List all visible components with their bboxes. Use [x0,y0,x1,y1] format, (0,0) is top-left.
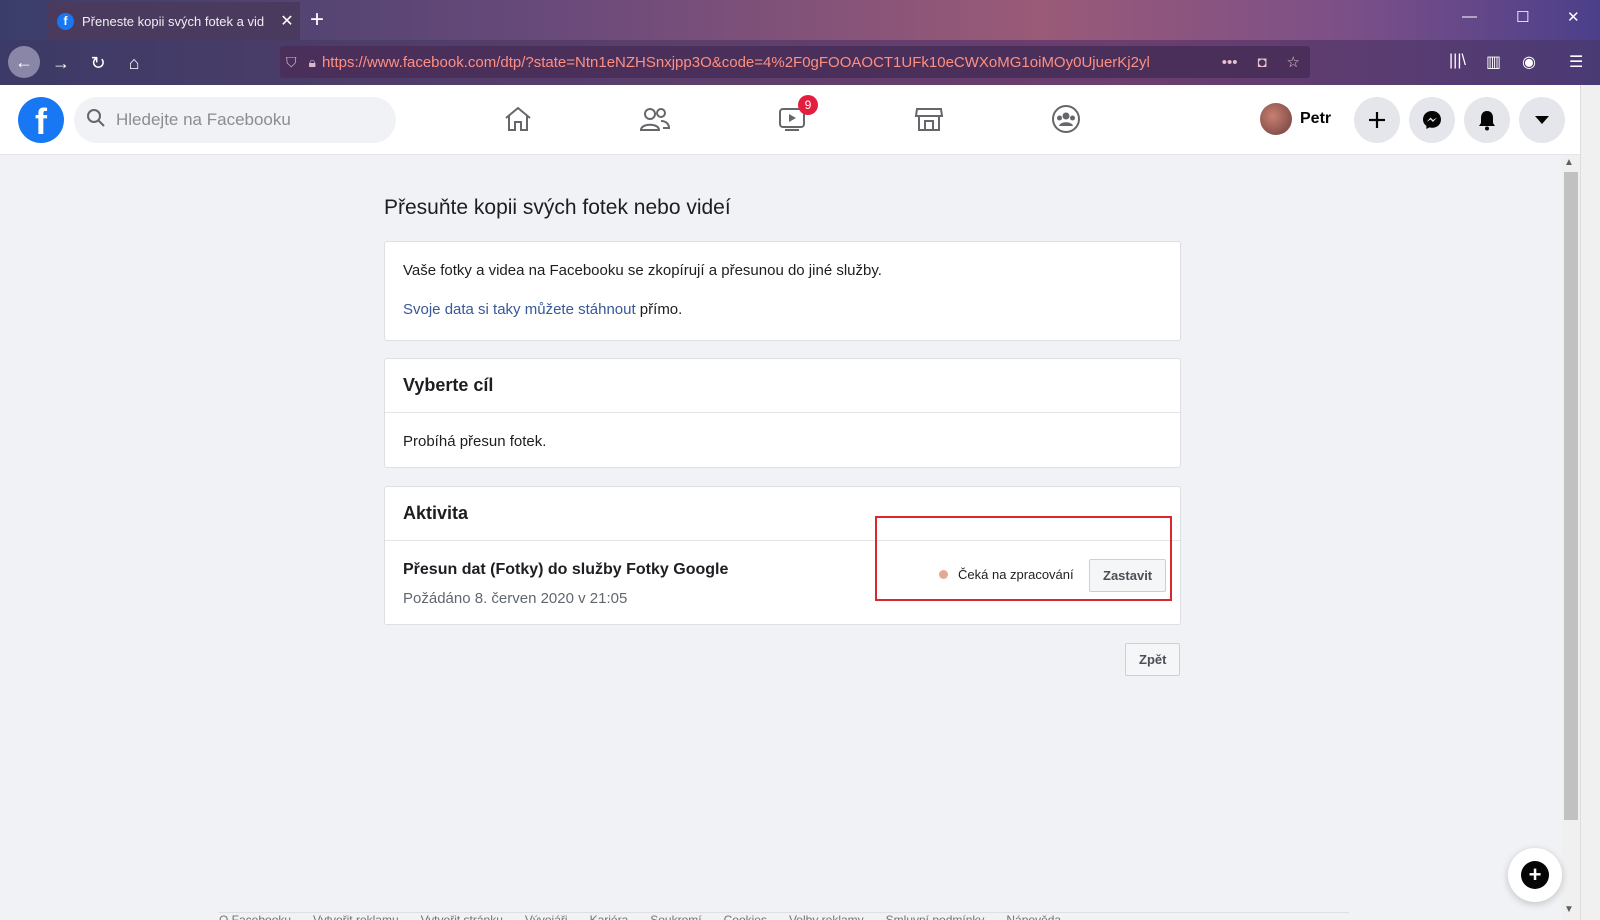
url-bar[interactable]: ⛉ 🔒︎ https://www.facebook.com/dtp/?state… [280,46,1310,78]
footer-link[interactable]: Volby reklamy [789,913,864,920]
create-plus-icon[interactable] [1354,97,1400,143]
facebook-logo-icon[interactable]: f [18,97,64,143]
browser-tab-bar: f Přeneste kopii svých fotek a vid ✕ + —… [0,0,1600,40]
browser-tab[interactable]: f Přeneste kopii svých fotek a vid ✕ [47,2,300,40]
scrollbar-thumb[interactable] [1564,172,1578,820]
page-actions-icon[interactable]: ••• [1222,54,1238,71]
download-suffix-text: přímo. [635,301,683,318]
search-placeholder: Hledejte na Facebooku [116,110,291,129]
back-arrow-icon[interactable]: ← [8,46,40,78]
download-data-link[interactable]: Svoje data si taky můžete stáhnout [403,301,636,318]
footer-link[interactable]: Vytvořit reklamu [313,913,399,920]
destination-text: Probíhá přesun fotek. [403,433,547,450]
nav-groups-icon[interactable] [1046,101,1086,137]
destination-header: Vyberte cíl [385,359,1180,413]
bookmark-star-icon[interactable]: ☆ [1287,53,1300,71]
messenger-icon[interactable] [1409,97,1455,143]
footer-link[interactable]: Cookies [724,913,767,920]
avatar [1260,103,1292,135]
footer-link[interactable]: Kariéra [590,913,629,920]
sidebar-icon[interactable]: ▥ [1486,52,1501,72]
tab-title: Přeneste kopii svých fotek a vid [82,13,265,29]
profile-name: Petr [1300,110,1332,127]
shield-icon[interactable]: ⛉ [286,54,297,71]
notifications-bell-icon[interactable] [1464,97,1510,143]
url-text[interactable]: https://www.facebook.com/dtp/?state=Ntn1… [322,54,1212,71]
scroll-up-arrow-icon[interactable]: ▲ [1564,157,1574,168]
footer-link[interactable]: O Facebooku [219,913,291,920]
facebook-header: f Hledejte na Facebooku 9 Petr [0,85,1600,155]
menu-hamburger-icon[interactable]: ☰ [1569,52,1583,72]
footer-link[interactable]: Vytvořit stránku [421,913,503,920]
close-tab-icon[interactable]: ✕ [274,11,300,31]
new-message-button[interactable]: + [1508,848,1562,902]
new-tab-icon[interactable]: + [310,6,324,34]
search-icon [86,108,108,133]
plus-icon: + [1521,861,1549,889]
lock-icon: 🔒︎ [308,53,316,70]
account-icon[interactable]: ◉ [1522,52,1536,72]
nav-watch-icon[interactable]: 9 [772,95,818,137]
library-icon[interactable]: |||\ [1449,52,1466,70]
minimize-icon[interactable]: — [1462,8,1477,25]
back-button[interactable]: Zpět [1125,643,1181,676]
footer-link[interactable]: Vývojáři [525,913,568,920]
close-window-icon[interactable]: ✕ [1567,8,1580,26]
search-input[interactable]: Hledejte na Facebooku [74,97,396,143]
watch-badge: 9 [798,95,818,115]
nav-friends-icon[interactable] [635,101,675,137]
destination-card: Vyberte cíl Probíhá přesun fotek. [384,358,1181,468]
browser-toolbar: ← → ↻ ⌂ ⛉ 🔒︎ https://www.facebook.com/dt… [0,40,1600,85]
nav-home-icon[interactable] [498,101,538,137]
footer-links: O Facebooku Vytvořit reklamu Vytvořit st… [219,912,1349,920]
scroll-down-arrow-icon[interactable]: ▼ [1564,904,1574,915]
home-icon[interactable]: ⌂ [119,48,149,78]
forward-arrow-icon[interactable]: → [46,48,76,78]
profile-link[interactable]: Petr [1260,101,1331,137]
nav-marketplace-icon[interactable] [909,101,949,137]
highlight-box [875,516,1172,601]
maximize-icon[interactable]: ☐ [1516,8,1529,26]
pocket-icon[interactable]: ◘ [1257,54,1266,71]
window-edge [1580,85,1600,920]
footer-link[interactable]: Nápověda [1006,913,1061,920]
footer-link[interactable]: Soukromí [650,913,701,920]
page-title: Přesuňte kopii svých fotek nebo videí [384,196,731,219]
reload-icon[interactable]: ↻ [83,48,113,78]
account-dropdown-chevron-icon[interactable] [1519,97,1565,143]
footer-link[interactable]: Smluvní podmínky [886,913,985,920]
intro-text: Vaše fotky a videa na Facebooku se zkopí… [403,262,882,279]
intro-card: Vaše fotky a videa na Facebooku se zkopí… [384,241,1181,341]
facebook-favicon-icon: f [57,12,74,30]
